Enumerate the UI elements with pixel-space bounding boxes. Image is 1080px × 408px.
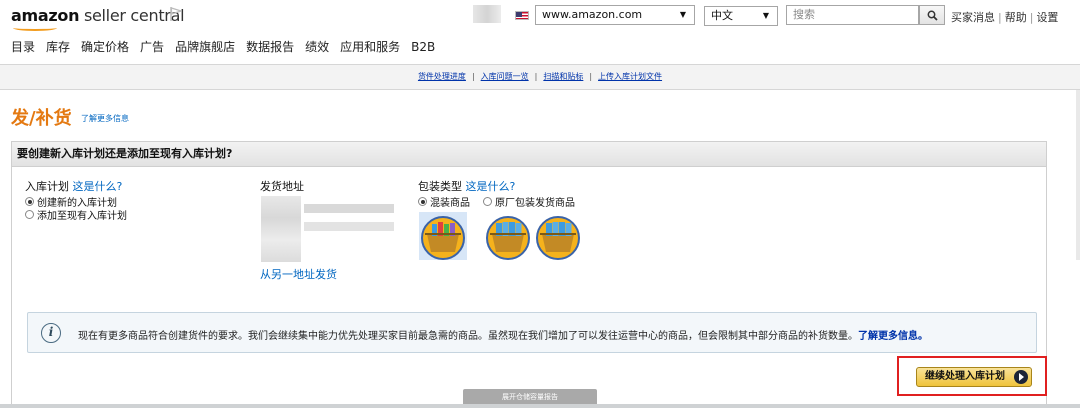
bottom-divider — [0, 404, 1080, 408]
language-select[interactable]: 中文 ▼ — [704, 6, 778, 26]
top-links: 买家消息 | 帮助 | 设置 — [951, 11, 1059, 24]
chevron-down-icon: ▼ — [762, 11, 769, 20]
info-icon: i — [41, 323, 61, 343]
notice-text: 现在有更多商品符合创建货件的要求。我们会继续集中能力优先处理买家目前最急需的商品… — [78, 331, 928, 342]
radio-unselected-icon — [25, 210, 34, 219]
case-packed-box-icon[interactable] — [534, 212, 582, 260]
nav-item-stores[interactable]: 品牌旗舰店 — [175, 36, 235, 58]
main-nav: 目录 库存 确定价格 广告 品牌旗舰店 数据报告 绩效 应用和服务 B2B — [0, 36, 435, 58]
logo-smile-icon — [13, 25, 57, 31]
flag-icon[interactable] — [170, 7, 182, 21]
radio-add-existing-plan[interactable]: 添加至现有入库计划 — [25, 207, 127, 222]
subnav-scan-label[interactable]: 扫描和贴标 — [543, 72, 583, 81]
radio-unselected-icon — [483, 197, 492, 206]
notice-learn-more-link[interactable]: 了解更多信息。 — [858, 331, 928, 342]
search-icon — [927, 10, 938, 21]
plan-help-link[interactable]: 这是什么? — [73, 180, 123, 193]
redacted-address-line — [304, 204, 394, 213]
radio-selected-icon — [25, 197, 34, 206]
arrow-right-icon — [1014, 370, 1028, 384]
buyer-messages-link[interactable]: 买家消息 — [951, 11, 995, 24]
continue-highlight: 继续处理入库计划 — [897, 356, 1047, 396]
nav-item-catalog[interactable]: 目录 — [11, 36, 35, 58]
nav-item-reports[interactable]: 数据报告 — [246, 36, 294, 58]
inbound-plan-panel: 要创建新入库计划还是添加至现有入库计划? 入库计划 这是什么? 创建新的入库计划… — [11, 141, 1047, 408]
subnav-inbound-problems[interactable]: 入库问题一览 — [481, 72, 529, 81]
redacted-address-line — [304, 222, 394, 231]
subnav-shipment-progress[interactable]: 货件处理进度 — [418, 72, 466, 81]
scrollbar[interactable] — [1076, 90, 1080, 260]
marketplace-select[interactable]: www.amazon.com ▼ — [535, 5, 695, 25]
redacted-store-name — [473, 5, 501, 23]
case-packed-box-icon[interactable] — [484, 212, 532, 260]
nav-item-apps-services[interactable]: 应用和服务 — [340, 36, 400, 58]
packing-type-label: 包装类型 这是什么? — [418, 180, 516, 193]
amazon-seller-central-logo[interactable]: amazon seller central — [11, 6, 185, 31]
info-notice: i 现在有更多商品符合创建货件的要求。我们会继续集中能力优先处理买家目前最急需的… — [27, 312, 1037, 353]
nav-item-pricing[interactable]: 确定价格 — [81, 36, 129, 58]
us-flag-icon — [515, 11, 529, 20]
learn-more-link[interactable]: 了解更多信息 — [81, 113, 129, 124]
subnav-upload-plan[interactable]: 上传入库计划文件 — [598, 72, 662, 81]
nav-item-b2b[interactable]: B2B — [411, 36, 435, 58]
nav-item-performance[interactable]: 绩效 — [305, 36, 329, 58]
nav-item-advertising[interactable]: 广告 — [140, 36, 164, 58]
settings-link[interactable]: 设置 — [1036, 11, 1058, 24]
nav-item-inventory[interactable]: 库存 — [46, 36, 70, 58]
radio-case-packed[interactable]: 原厂包装发货商品 — [483, 194, 575, 209]
search-input[interactable]: 搜索 — [786, 5, 919, 25]
ship-from-another-address-link[interactable]: 从另一地址发货 — [260, 266, 337, 282]
redacted-address — [261, 196, 301, 262]
page-title: 发/补货 — [11, 108, 72, 129]
address-label: 发货地址 — [260, 180, 304, 193]
radio-selected-icon — [418, 197, 427, 206]
top-bar: amazon seller central www.amazon.com ▼ 中… — [0, 0, 1080, 34]
mixed-items-box-icon[interactable] — [419, 212, 467, 260]
sub-nav: 货件处理进度 | 入库问题一览 | 扫描和贴标 | 上传入库计划文件 — [0, 64, 1080, 90]
packing-help-link[interactable]: 这是什么? — [466, 180, 516, 193]
radio-mixed-items[interactable]: 混装商品 — [418, 194, 470, 209]
search-button[interactable] — [919, 5, 945, 25]
chevron-down-icon: ▼ — [679, 10, 686, 19]
plan-label: 入库计划 这是什么? — [25, 180, 123, 193]
continue-inbound-plan-button[interactable]: 继续处理入库计划 — [916, 367, 1032, 387]
panel-heading: 要创建新入库计划还是添加至现有入库计划? — [12, 142, 1046, 167]
help-link[interactable]: 帮助 — [1005, 11, 1027, 24]
